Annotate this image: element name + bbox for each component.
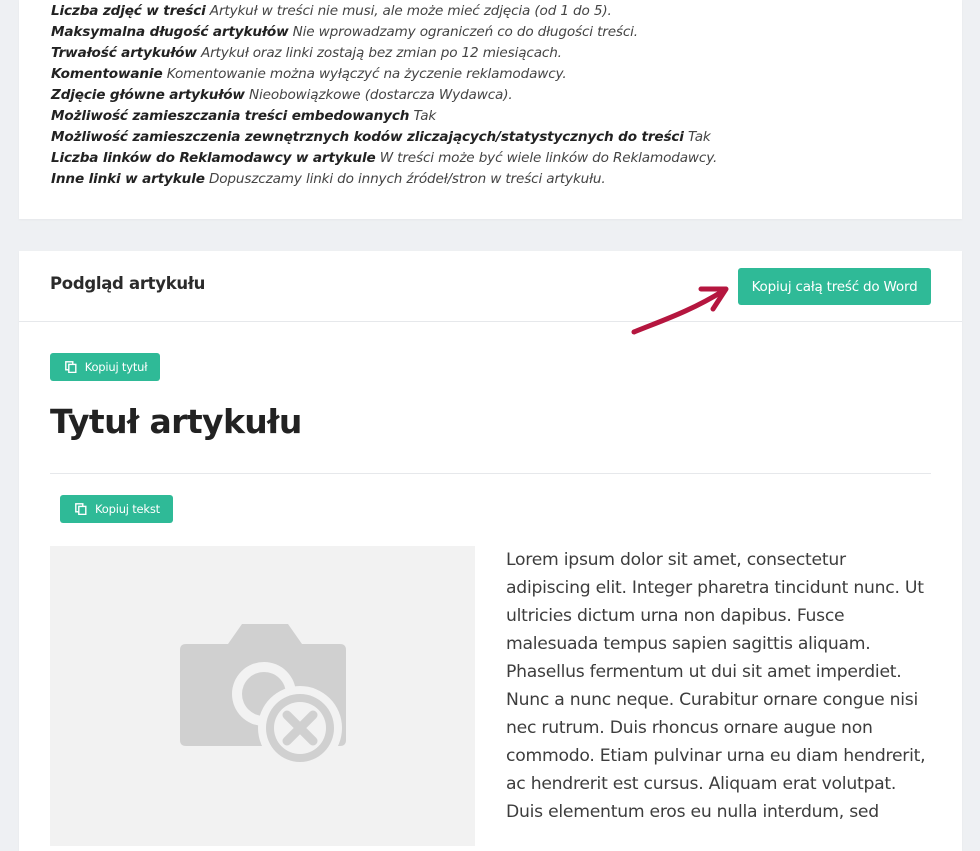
spec-row: Inne linki w artykule Dopuszczamy linki …	[51, 169, 717, 190]
specs-list: Liczba zdjęć w treści Artykuł w treści n…	[51, 1, 717, 190]
copy-icon	[64, 361, 77, 373]
spec-label: Liczba zdjęć w treści	[51, 3, 206, 19]
copy-icon	[75, 503, 87, 515]
spec-label: Liczba linków do Reklamodawcy w artykule	[51, 150, 376, 166]
spec-row: Możliwość zamieszczania treści embedowan…	[51, 106, 717, 127]
preview-header: Podgląd artykułu Kopiuj całą treść do Wo…	[19, 251, 962, 335]
copy-all-to-word-button[interactable]: Kopiuj całą treść do Word	[738, 268, 931, 305]
spec-label: Inne linki w artykule	[51, 171, 205, 187]
spec-label: Trwałość artykułów	[51, 45, 197, 61]
spec-row: Zdjęcie główne artykułów Nieobowiązkowe …	[51, 85, 717, 106]
spec-row: Maksymalna długość artykułów Nie wprowad…	[51, 22, 717, 43]
spec-value: Nie wprowadzamy ograniczeń co do długośc…	[292, 24, 638, 40]
spec-label: Komentowanie	[51, 66, 163, 82]
preview-title: Podgląd artykułu	[50, 274, 206, 293]
spec-value: Artykuł w treści nie musi, ale może mieć…	[209, 3, 612, 19]
spec-label: Maksymalna długość artykułów	[51, 24, 289, 40]
spec-value: Tak	[413, 108, 437, 124]
spec-value: Nieobowiązkowe (dostarcza Wydawca).	[249, 87, 513, 103]
spec-label: Możliwość zamieszczania treści embedowan…	[51, 108, 410, 124]
article-title: Tytuł artykułu	[50, 402, 302, 441]
spec-row: Komentowanie Komentowanie można wyłączyć…	[51, 64, 717, 85]
specs-card: Liczba zdjęć w treści Artykuł w treści n…	[19, 0, 962, 219]
article-body-text: Lorem ipsum dolor sit amet, consectetur …	[506, 550, 926, 822]
divider	[50, 473, 931, 474]
spec-value: W treści może być wiele linków do Reklam…	[379, 150, 718, 166]
spec-label: Zdjęcie główne artykułów	[51, 87, 245, 103]
copy-title-label: Kopiuj tytuł	[84, 360, 148, 374]
spec-row: Liczba zdjęć w treści Artykuł w treści n…	[51, 1, 717, 22]
spec-value: Dopuszczamy linki do innych źródeł/stron…	[208, 171, 606, 187]
spec-row: Możliwość zamieszczenia zewnętrznych kod…	[51, 127, 717, 148]
spec-row: Trwałość artykułów Artykuł oraz linki zo…	[51, 43, 717, 64]
copy-text-button[interactable]: Kopiuj tekst	[60, 495, 173, 523]
spec-value: Komentowanie można wyłączyć na życzenie …	[166, 66, 567, 82]
image-missing-icon	[180, 624, 346, 770]
spec-row: Liczba linków do Reklamodawcy w artykule…	[51, 148, 717, 169]
image-placeholder	[50, 546, 475, 846]
arrow-icon	[631, 286, 729, 335]
spec-value: Artykuł oraz linki zostają bez zmian po …	[200, 45, 562, 61]
spec-label: Możliwość zamieszczenia zewnętrznych kod…	[51, 129, 684, 145]
copy-text-label: Kopiuj tekst	[95, 502, 160, 516]
article-preview-card: Podgląd artykułu Kopiuj całą treść do Wo…	[19, 251, 962, 851]
copy-title-button[interactable]: Kopiuj tytuł	[50, 353, 160, 381]
spec-value: Tak	[688, 129, 711, 145]
